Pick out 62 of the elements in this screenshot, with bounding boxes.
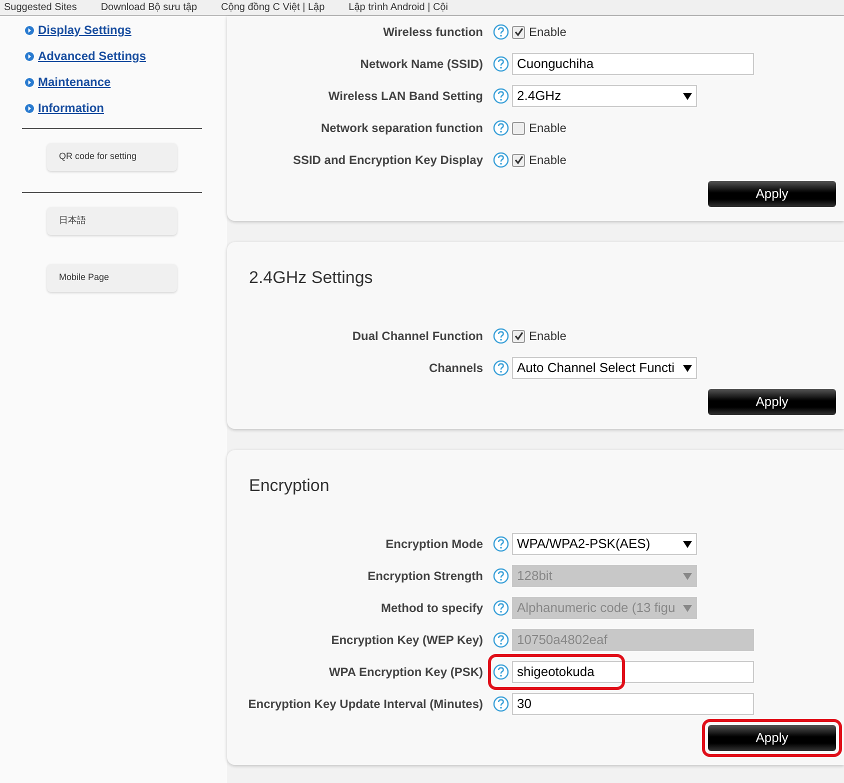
bookmark-link[interactable]: Download Bộ sưu tập bbox=[100, 0, 198, 15]
bullet-icon bbox=[25, 26, 34, 34]
checkbox[interactable] bbox=[512, 154, 525, 166]
sidebar-link[interactable]: Advanced Settings bbox=[38, 47, 146, 65]
dropdown-arrow-icon bbox=[683, 364, 692, 372]
section-title: 2.4GHz Settings bbox=[248, 267, 374, 290]
help-icon[interactable] bbox=[493, 536, 509, 552]
field-label: Encryption Mode bbox=[384, 536, 484, 553]
section-title: Encryption bbox=[248, 475, 330, 498]
field-label: Dual Channel Function bbox=[351, 328, 484, 345]
bookmark-link[interactable]: Suggested Sites bbox=[4, 0, 77, 15]
field-label: Wireless LAN Band Setting bbox=[327, 88, 484, 105]
field-label: Encryption Key (WEP Key) bbox=[330, 632, 484, 649]
bookmark-link[interactable]: Lập trình Android | Cội bbox=[348, 0, 448, 15]
dropdown-arrow-icon bbox=[683, 572, 692, 580]
checkmark-icon bbox=[514, 331, 524, 341]
text-field[interactable]: 30 bbox=[512, 693, 754, 715]
text-field[interactable]: Cuonguchiha bbox=[512, 53, 754, 75]
sidebar-link[interactable]: Information bbox=[38, 99, 104, 117]
sidebar-link[interactable]: Display Settings bbox=[38, 21, 132, 39]
checkbox[interactable] bbox=[512, 122, 525, 134]
help-icon[interactable] bbox=[493, 360, 509, 376]
field-label: Method to specify bbox=[380, 600, 484, 617]
apply-button[interactable]: Apply bbox=[708, 181, 836, 207]
dropdown-arrow-icon bbox=[683, 540, 692, 548]
field-label: Wireless function bbox=[382, 24, 484, 41]
dropdown[interactable]: WPA/WPA2-PSK(AES) bbox=[512, 533, 697, 555]
field-label: Encryption Key Update Interval (Minutes) bbox=[247, 696, 484, 713]
sidebar-button[interactable]: 日本語 bbox=[47, 207, 177, 235]
field-label: Network Name (SSID) bbox=[359, 56, 484, 73]
apply-button[interactable]: Apply bbox=[708, 389, 836, 415]
checkmark-icon bbox=[514, 27, 524, 37]
field-label: Encryption Strength bbox=[366, 568, 484, 585]
help-icon[interactable] bbox=[493, 56, 509, 72]
checkbox-label: Enable bbox=[529, 120, 566, 137]
checkbox-label: Enable bbox=[529, 152, 566, 169]
field-label: Network separation function bbox=[320, 120, 484, 137]
help-icon[interactable] bbox=[493, 88, 509, 104]
field-label: SSID and Encryption Key Display bbox=[292, 152, 484, 169]
checkbox[interactable] bbox=[512, 330, 525, 342]
text-field[interactable]: shigeotokuda bbox=[512, 661, 754, 683]
dropdown-arrow-icon bbox=[683, 604, 692, 612]
bookmark-link[interactable]: Cộng đồng C Việt | Lập bbox=[221, 0, 325, 15]
bullet-icon bbox=[25, 104, 34, 112]
dropdown[interactable]: 2.4GHz bbox=[512, 85, 697, 107]
apply-button[interactable]: Apply bbox=[708, 725, 836, 751]
checkbox-label: Enable bbox=[529, 328, 566, 345]
field-label: WPA Encryption Key (PSK) bbox=[328, 664, 484, 681]
help-icon[interactable] bbox=[493, 696, 509, 712]
checkbox-label: Enable bbox=[529, 24, 566, 41]
sidebar-button[interactable]: QR code for setting bbox=[47, 143, 177, 171]
checkmark-icon bbox=[514, 155, 524, 165]
field-label: Channels bbox=[428, 360, 484, 377]
bullet-icon bbox=[25, 52, 34, 60]
help-icon[interactable] bbox=[493, 120, 509, 136]
sidebar-link[interactable]: Maintenance bbox=[38, 73, 111, 91]
help-icon[interactable] bbox=[493, 664, 509, 680]
bullet-icon bbox=[25, 78, 34, 86]
dropdown-arrow-icon bbox=[683, 92, 692, 100]
checkbox[interactable] bbox=[512, 26, 525, 38]
sidebar-button[interactable]: Mobile Page bbox=[47, 264, 177, 292]
dropdown[interactable]: Auto Channel Select Functi bbox=[512, 357, 697, 379]
